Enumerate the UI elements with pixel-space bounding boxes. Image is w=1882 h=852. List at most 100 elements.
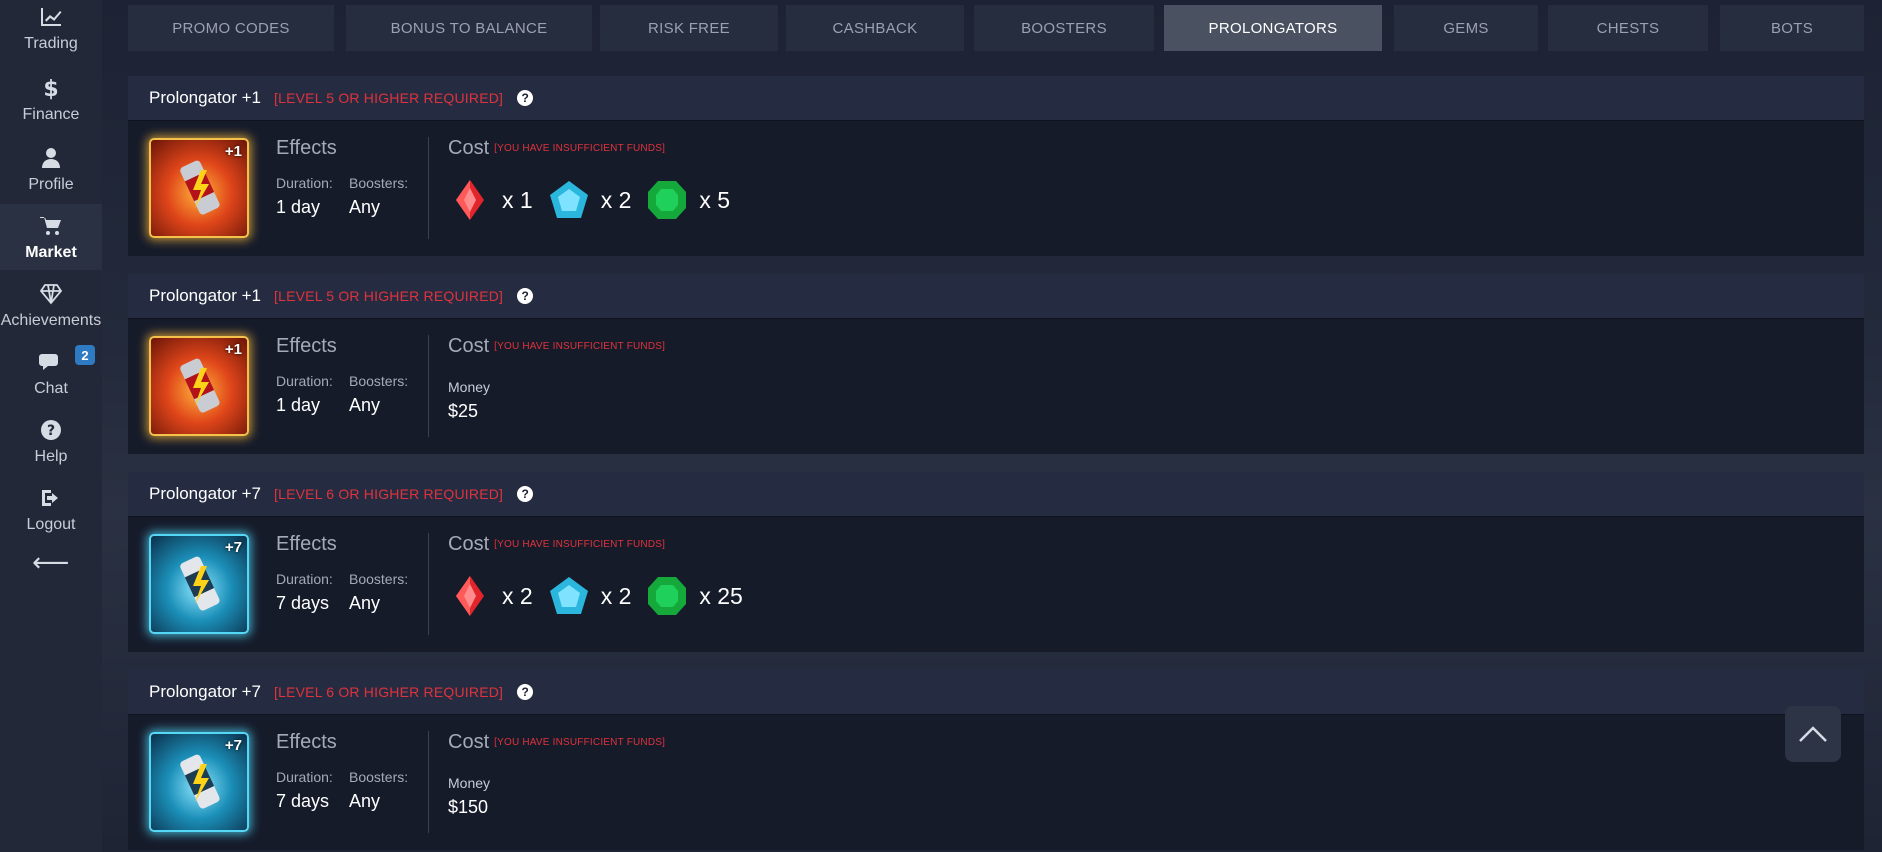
sidebar-item-label: Achievements xyxy=(0,312,102,329)
card-title: Prolongator +7 xyxy=(149,682,261,701)
prolongator-level-badge: +7 xyxy=(224,737,242,754)
duration-value: 7 days xyxy=(276,791,330,811)
gem-cost: x 2 x 2 x 25 xyxy=(448,573,757,619)
tab-bonus-to-balance[interactable]: BONUS TO BALANCE xyxy=(346,5,592,51)
tab-gems[interactable]: GEMS xyxy=(1394,5,1538,51)
chevron-up-icon xyxy=(1799,726,1827,742)
card-header: Prolongator +7 [LEVEL 6 OR HIGHER REQUIR… xyxy=(128,670,1864,714)
tab-promo-codes[interactable]: PROMO CODES xyxy=(128,5,334,51)
green-gem-count: x 5 xyxy=(699,186,731,213)
sidebar-item-finance[interactable]: $ Finance xyxy=(0,66,102,132)
sidebar-item-market[interactable]: Market xyxy=(0,204,102,270)
divider xyxy=(428,731,429,833)
prolongator-card: Prolongator +7 [LEVEL 6 OR HIGHER REQUIR… xyxy=(128,472,1864,652)
sidebar-item-label: Help xyxy=(34,448,68,465)
card-body[interactable]: +1 Effects Duration: 1 day Boosters: Any… xyxy=(128,318,1864,454)
cart-icon xyxy=(37,212,65,240)
sidebar-item-chat[interactable]: Chat 2 xyxy=(0,340,102,406)
boosters-label: Boosters: xyxy=(349,571,409,587)
card-body[interactable]: +1 Effects Duration: 1 day Boosters: Any… xyxy=(128,120,1864,256)
cost-label: Cost [YOU HAVE INSUFFICIENT FUNDS] xyxy=(448,731,666,753)
prolongator-thumbnail: +1 xyxy=(149,336,249,436)
boosters-label: Boosters: xyxy=(349,769,409,785)
level-requirement: [LEVEL 5 OR HIGHER REQUIRED] xyxy=(274,90,504,106)
dollar-icon: $ xyxy=(37,74,65,102)
blue-gem-icon xyxy=(549,577,588,614)
user-icon xyxy=(37,144,65,172)
card-header: Prolongator +7 [LEVEL 6 OR HIGHER REQUIR… xyxy=(128,472,1864,516)
duration-label: Duration: xyxy=(276,769,333,785)
green-gem-count: x 25 xyxy=(699,582,743,609)
red-gem-count: x 1 xyxy=(502,186,533,213)
money-label: Money xyxy=(448,379,491,395)
duration-value: 1 day xyxy=(276,197,321,217)
tab-prolongators[interactable]: PROLONGATORS xyxy=(1164,5,1382,51)
sidebar-item-label: Trading xyxy=(24,35,78,52)
boosters-value: Any xyxy=(349,593,381,613)
prolongator-level-badge: +1 xyxy=(224,143,242,160)
effects-label: Effects xyxy=(276,731,337,753)
scroll-to-top-button[interactable] xyxy=(1785,706,1841,762)
prolongator-thumbnail: +7 xyxy=(149,534,249,634)
red-gem-icon xyxy=(456,180,484,220)
cost-label: Cost [YOU HAVE INSUFFICIENT FUNDS] xyxy=(448,533,666,555)
duration-value: 7 days xyxy=(276,593,330,613)
sidebar: Trading $ Finance Profile Market Achieve… xyxy=(0,0,102,852)
diamond-icon xyxy=(37,280,65,308)
duration-label: Duration: xyxy=(276,175,333,191)
boosters-label: Boosters: xyxy=(349,175,409,191)
effects-label: Effects xyxy=(276,137,337,159)
blue-gem-count: x 2 xyxy=(600,582,632,609)
blue-gem-icon xyxy=(549,181,588,218)
tab-chests[interactable]: CHESTS xyxy=(1548,5,1708,51)
sidebar-item-profile[interactable]: Profile xyxy=(0,136,102,202)
prolongator-level-badge: +7 xyxy=(224,539,242,556)
arrow-left-icon[interactable]: ⟵ xyxy=(32,549,69,575)
duration-value: 1 day xyxy=(276,395,321,415)
help-icon[interactable]: ? xyxy=(517,90,534,106)
sidebar-item-help[interactable]: ? Help xyxy=(0,408,102,474)
boosters-value: Any xyxy=(349,791,381,811)
tab-risk-free[interactable]: RISK FREE xyxy=(600,5,778,51)
sidebar-item-achievements[interactable]: Achievements xyxy=(0,272,102,338)
sidebar-item-trading[interactable]: Trading xyxy=(0,0,102,56)
divider xyxy=(428,533,429,635)
tab-cashback[interactable]: CASHBACK xyxy=(786,5,964,51)
duration-label: Duration: xyxy=(276,571,333,587)
money-value: $25 xyxy=(448,401,479,421)
card-title: Prolongator +1 xyxy=(149,286,261,305)
prolongator-card: Prolongator +7 [LEVEL 6 OR HIGHER REQUIR… xyxy=(128,670,1864,850)
svg-text:$: $ xyxy=(43,77,58,100)
prolongator-thumbnail: +7 xyxy=(149,732,249,832)
tab-bots[interactable]: BOTS xyxy=(1720,5,1864,51)
svg-text:?: ? xyxy=(47,423,55,439)
card-body[interactable]: +7 Effects Duration: 7 days Boosters: An… xyxy=(128,516,1864,652)
card-title: Prolongator +7 xyxy=(149,484,261,503)
help-icon[interactable]: ? xyxy=(517,288,534,304)
insufficient-funds-warning: [YOU HAVE INSUFFICIENT FUNDS] xyxy=(494,143,666,155)
boosters-value: Any xyxy=(349,395,381,415)
level-requirement: [LEVEL 6 OR HIGHER REQUIRED] xyxy=(274,486,504,502)
help-icon[interactable]: ? xyxy=(517,684,534,700)
card-body[interactable]: +7 Effects Duration: 7 days Boosters: An… xyxy=(128,714,1864,850)
level-requirement: [LEVEL 5 OR HIGHER REQUIRED] xyxy=(274,288,504,304)
insufficient-funds-warning: [YOU HAVE INSUFFICIENT FUNDS] xyxy=(494,539,666,551)
prolongator-thumbnail: +1 xyxy=(149,138,249,238)
card-header: Prolongator +1 [LEVEL 5 OR HIGHER REQUIR… xyxy=(128,76,1864,120)
help-icon[interactable]: ? xyxy=(517,486,534,502)
blue-gem-count: x 2 xyxy=(600,186,632,213)
insufficient-funds-warning: [YOU HAVE INSUFFICIENT FUNDS] xyxy=(494,737,666,749)
sidebar-item-label: Finance xyxy=(22,106,80,123)
prolongator-level-badge: +1 xyxy=(224,341,242,358)
cost-label: Cost [YOU HAVE INSUFFICIENT FUNDS] xyxy=(448,335,666,357)
sidebar-item-logout[interactable]: Logout xyxy=(0,476,102,542)
sidebar-item-label: Logout xyxy=(26,516,76,533)
red-gem-icon xyxy=(456,576,484,616)
logout-icon xyxy=(37,484,65,512)
tab-boosters[interactable]: BOOSTERS xyxy=(974,5,1154,51)
prolongator-card: Prolongator +1 [LEVEL 5 OR HIGHER REQUIR… xyxy=(128,274,1864,454)
sidebar-item-label: Chat xyxy=(34,380,68,397)
duration-label: Duration: xyxy=(276,373,333,389)
green-gem-icon xyxy=(648,181,687,219)
chart-line-icon xyxy=(37,3,65,31)
